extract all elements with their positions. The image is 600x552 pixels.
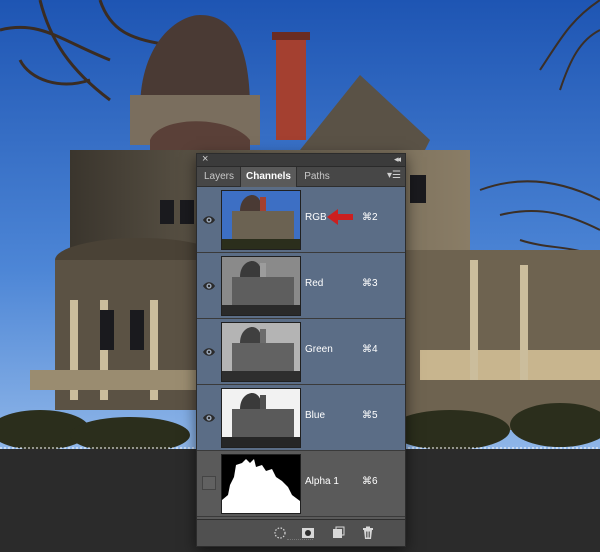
channel-name: Red [305,278,324,289]
channel-shortcut: ⌘6 [362,476,378,487]
channel-list: RGB ⌘2 Red ⌘3 Green ⌘4 Blue ⌘5 Alpha 1 ⌘… [197,187,405,518]
channel-shortcut: ⌘5 [362,410,378,421]
channel-thumbnail [221,454,301,514]
channel-thumbnail [221,322,301,382]
tab-paths[interactable]: Paths [297,167,337,186]
close-icon[interactable]: × [202,153,208,165]
channel-shortcut: ⌘4 [362,344,378,355]
delete-channel-icon[interactable] [360,525,376,541]
channel-shortcut: ⌘3 [362,278,378,289]
channel-shortcut: ⌘2 [362,212,378,223]
channel-name: RGB [305,212,327,223]
load-selection-icon[interactable] [272,525,288,541]
annotation-arrow-icon [327,209,353,225]
channel-name: Alpha 1 [305,476,339,487]
eye-icon[interactable] [202,279,216,293]
channel-row-red[interactable]: Red ⌘3 [197,253,405,319]
eye-icon[interactable] [202,411,216,425]
panel-tabs: Layers Channels Paths ▾☰ [197,167,405,187]
new-channel-icon[interactable] [330,525,346,541]
channel-name: Green [305,344,333,355]
tab-channels[interactable]: Channels [240,167,297,187]
visibility-toggle[interactable] [202,476,216,490]
channel-name: Blue [305,410,326,421]
resize-grip[interactable] [287,539,313,544]
panel-menu-icon[interactable]: ▾☰ [387,170,401,182]
channel-row-green[interactable]: Green ⌘4 [197,319,405,385]
channel-row-blue[interactable]: Blue ⌘5 [197,385,405,451]
eye-icon[interactable] [202,213,216,227]
channels-panel: × ◂◂ Layers Channels Paths ▾☰ RGB ⌘2 Red… [196,153,406,547]
channel-thumbnail [221,388,301,448]
channel-row-rgb[interactable]: RGB ⌘2 [197,187,405,253]
channel-thumbnail [221,190,301,250]
channel-thumbnail [221,256,301,316]
panel-titlebar[interactable]: × ◂◂ [197,153,405,167]
eye-icon[interactable] [202,345,216,359]
collapse-panel-icon[interactable]: ◂◂ [394,153,401,165]
tab-layers[interactable]: Layers [199,167,239,186]
channel-row-alpha-1[interactable]: Alpha 1 ⌘6 [197,451,405,517]
